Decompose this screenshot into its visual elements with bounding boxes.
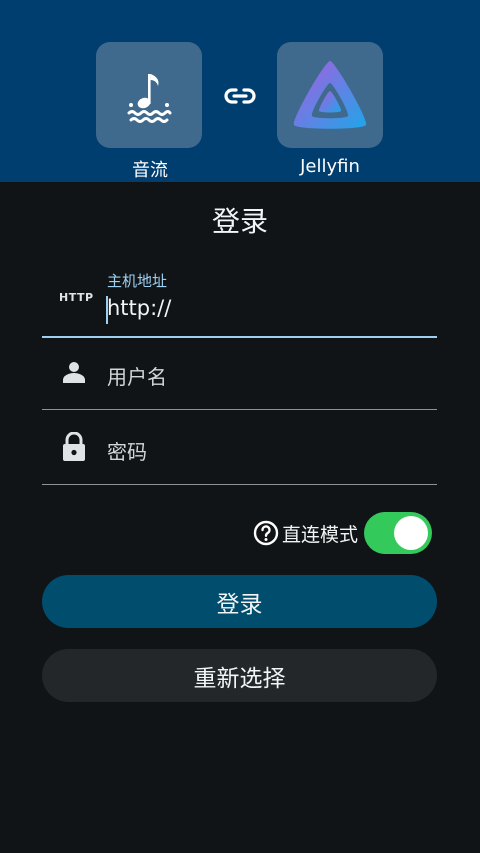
- http-icon: HTTP: [59, 291, 94, 304]
- username-input[interactable]: 用户名: [107, 361, 167, 390]
- source-app-tile: [96, 42, 202, 148]
- page-title: 登录: [211, 205, 268, 238]
- lock-icon: [63, 432, 85, 461]
- host-address-input[interactable]: http://: [107, 296, 171, 320]
- link-icon: [224, 88, 256, 104]
- login-button[interactable]: 登录: [42, 575, 437, 628]
- direct-mode-toggle[interactable]: [364, 512, 432, 554]
- help-circle-icon[interactable]: [253, 520, 279, 546]
- toggle-knob: [394, 516, 428, 550]
- reselect-button[interactable]: 重新选择: [42, 649, 437, 702]
- source-app-label: 音流: [132, 160, 168, 181]
- target-app-label: Jellyfin: [300, 156, 360, 177]
- music-note-waves-icon: [127, 74, 172, 123]
- host-address-field[interactable]: HTTP 主机地址 http://: [42, 266, 437, 338]
- password-input[interactable]: 密码: [107, 436, 147, 465]
- target-app-tile: [277, 42, 383, 148]
- username-field[interactable]: 用户名: [42, 338, 437, 410]
- direct-mode-label: 直连模式: [281, 523, 358, 546]
- host-address-label: 主机地址: [107, 272, 168, 290]
- jellyfin-logo: [293, 61, 367, 129]
- password-field[interactable]: 密码: [42, 412, 437, 485]
- app-connection-header: 音流 Jellyfin: [0, 0, 480, 182]
- person-icon: [63, 362, 85, 383]
- direct-mode-row: 直连模式: [253, 512, 432, 554]
